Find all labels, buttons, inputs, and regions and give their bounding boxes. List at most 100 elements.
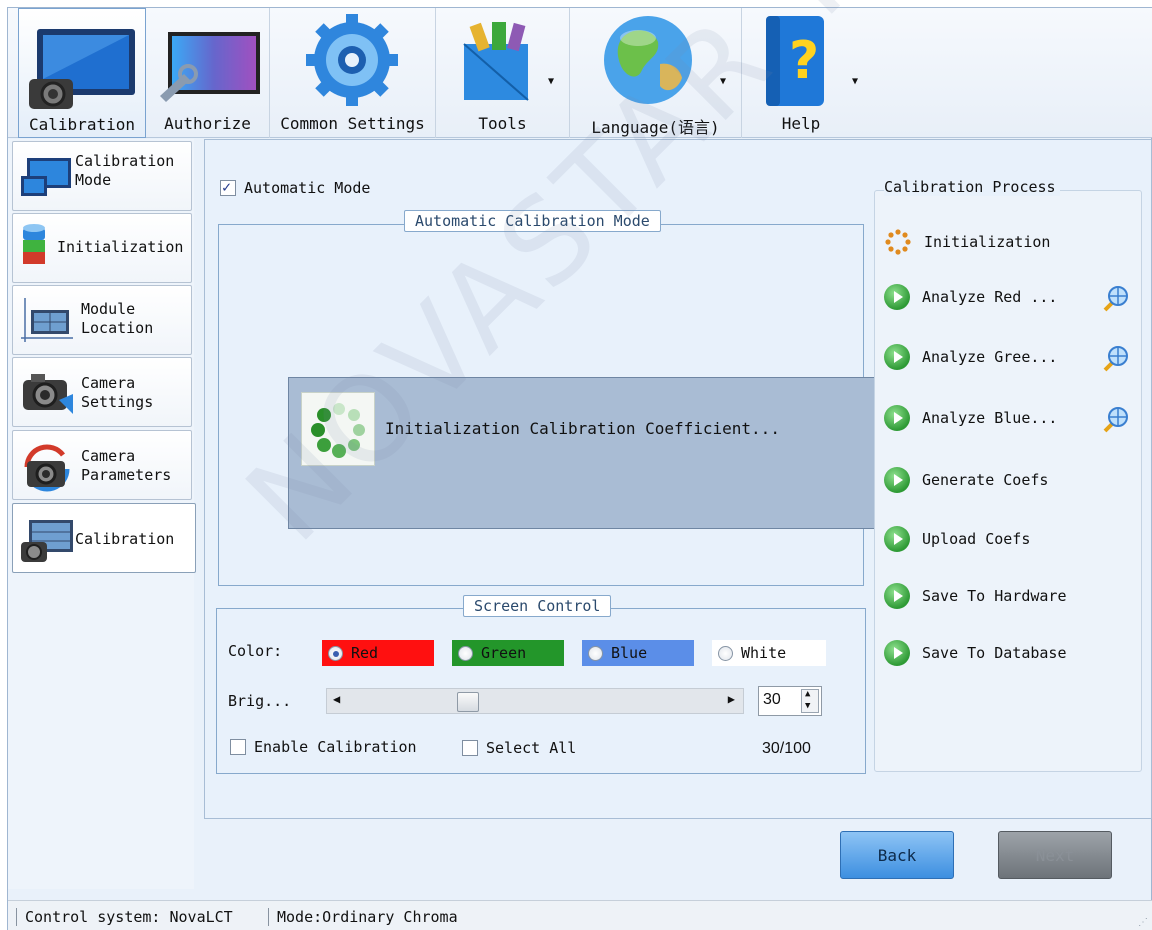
brightness-stepper[interactable]: 30 ▲ ▼ [758, 686, 822, 716]
checkbox-box[interactable] [230, 739, 246, 755]
toolbar-label: Help [781, 114, 821, 133]
process-step-analyze-green: Analyze Gree... [884, 344, 1057, 370]
select-all-checkbox[interactable]: Select All [462, 739, 576, 757]
brightness-slider[interactable]: ◀ ▶ [326, 688, 744, 714]
process-step-initialization: Initialization [884, 229, 1050, 255]
color-option-label: Red [351, 644, 379, 662]
stepper-down-icon[interactable]: ▼ [805, 701, 810, 711]
gear-icon [306, 14, 398, 106]
nav-item-module-location[interactable]: Module Location [12, 285, 192, 355]
color-label: Color: [228, 642, 283, 660]
slider-right-arrow-icon[interactable]: ▶ [728, 692, 735, 706]
checkbox-box[interactable] [220, 178, 236, 196]
monitor-camera-icon [29, 29, 135, 109]
nav-label: Module Location [81, 300, 154, 337]
process-step-label: Upload Coefs [922, 530, 1031, 548]
color-option-green[interactable]: Green [452, 640, 564, 666]
brightness-value[interactable]: 30 [763, 691, 781, 709]
color-option-red[interactable]: Red [322, 640, 434, 666]
globe-icon [604, 16, 692, 104]
play-icon [884, 284, 910, 310]
radio-button[interactable] [718, 645, 733, 661]
radio-button[interactable] [588, 645, 603, 661]
radio-button[interactable] [328, 645, 343, 661]
slider-left-arrow-icon[interactable]: ◀ [333, 692, 340, 706]
resize-grip-icon[interactable]: ⋰ [1138, 917, 1148, 928]
nav-label: Camera Parameters [81, 447, 172, 484]
process-step-label: Analyze Red ... [922, 288, 1058, 306]
enable-calibration-checkbox[interactable]: Enable Calibration [230, 738, 417, 756]
toolbar-label: Tools [478, 114, 527, 133]
status-mode: Mode:Ordinary Chroma [268, 908, 458, 926]
brightness-ratio: 30/100 [762, 740, 811, 757]
toolbar-tools-button[interactable]: ▼ Tools [436, 8, 570, 138]
toolbar-help-button[interactable]: ? ▼ Help [742, 8, 860, 138]
automatic-calibration-title: Automatic Calibration Mode [404, 210, 661, 232]
camera-refresh-icon [24, 444, 70, 492]
progress-dialog: Initialization Calibration Coefficient..… [288, 377, 876, 529]
database-icon [23, 224, 45, 264]
nav-item-initialization[interactable]: Initialization [12, 213, 192, 283]
left-nav: Calibration Mode Initialization Module L… [8, 139, 196, 889]
checkbox-box[interactable] [462, 740, 478, 756]
main-toolbar: Calibration Authorize Common Settings ▼ … [8, 8, 1152, 138]
slider-thumb[interactable] [457, 692, 479, 712]
nav-item-calibration-mode[interactable]: Calibration Mode [12, 141, 192, 211]
zoom-icon[interactable] [1097, 403, 1131, 437]
toolbox-icon [463, 22, 529, 101]
process-step-generate-coefs: Generate Coefs [884, 467, 1048, 493]
process-step-save-hardware: Save To Hardware [884, 583, 1067, 609]
color-option-label: White [741, 644, 787, 662]
loading-spinner-icon [885, 229, 911, 255]
process-step-analyze-red: Analyze Red ... [884, 284, 1057, 310]
help-book-icon: ? [766, 16, 824, 106]
color-option-blue[interactable]: Blue [582, 640, 694, 666]
play-icon [884, 344, 910, 370]
process-step-label: Generate Coefs [922, 471, 1049, 489]
zoom-icon[interactable] [1097, 282, 1131, 316]
toolbar-authorize-button[interactable]: Authorize [146, 8, 270, 138]
play-icon [884, 467, 910, 493]
play-icon [884, 583, 910, 609]
toolbar-language-button[interactable]: ▼ Language(语言) [570, 8, 742, 138]
automatic-mode-checkbox[interactable]: Automatic Mode [220, 178, 370, 197]
toolbar-label: Common Settings [280, 114, 425, 133]
process-step-analyze-blue: Analyze Blue... [884, 405, 1057, 431]
toolbar-label: Authorize [164, 114, 251, 133]
play-icon [884, 526, 910, 552]
toolbar-common-settings-button[interactable]: Common Settings [270, 8, 436, 138]
play-icon [884, 405, 910, 431]
display-mode-icon [21, 158, 71, 196]
enable-calibration-label: Enable Calibration [254, 738, 417, 756]
nav-label: Calibration [75, 530, 175, 548]
stepper-up-icon[interactable]: ▲ [805, 689, 810, 699]
next-button[interactable]: Next [998, 831, 1112, 879]
toolbar-calibration-button[interactable]: Calibration [18, 8, 146, 138]
monitor-camera-icon [21, 520, 73, 562]
color-option-white[interactable]: White [712, 640, 826, 666]
loading-spinner-icon [311, 403, 365, 458]
chevron-down-icon[interactable]: ▼ [852, 76, 858, 87]
toolbar-label: Calibration [29, 115, 135, 134]
nav-item-calibration[interactable]: Calibration [12, 503, 196, 573]
nav-item-camera-parameters[interactable]: Camera Parameters [12, 430, 192, 500]
play-icon [884, 640, 910, 666]
process-step-label: Analyze Gree... [922, 348, 1058, 366]
radio-button[interactable] [458, 645, 473, 661]
back-button[interactable]: Back [840, 831, 954, 879]
status-control-system: Control system: NovaLCT [16, 908, 233, 926]
chevron-down-icon[interactable]: ▼ [548, 76, 554, 87]
calibration-process-title: Calibration Process [884, 178, 1060, 196]
module-grid-icon [21, 298, 73, 342]
process-step-save-database: Save To Database [884, 640, 1067, 666]
zoom-icon[interactable] [1097, 342, 1131, 376]
camera-icon [23, 374, 73, 414]
progress-text: Initialization Calibration Coefficient..… [385, 419, 780, 438]
color-option-label: Blue [611, 644, 648, 662]
nav-item-camera-settings[interactable]: Camera Settings [12, 357, 192, 427]
chevron-down-icon[interactable]: ▼ [720, 76, 726, 87]
process-step-label: Initialization [924, 233, 1051, 251]
svg-text:?: ? [789, 31, 819, 91]
toolbar-label: Language(语言) [591, 118, 720, 137]
status-bar: Control system: NovaLCT Mode:Ordinary Ch… [8, 900, 1152, 930]
